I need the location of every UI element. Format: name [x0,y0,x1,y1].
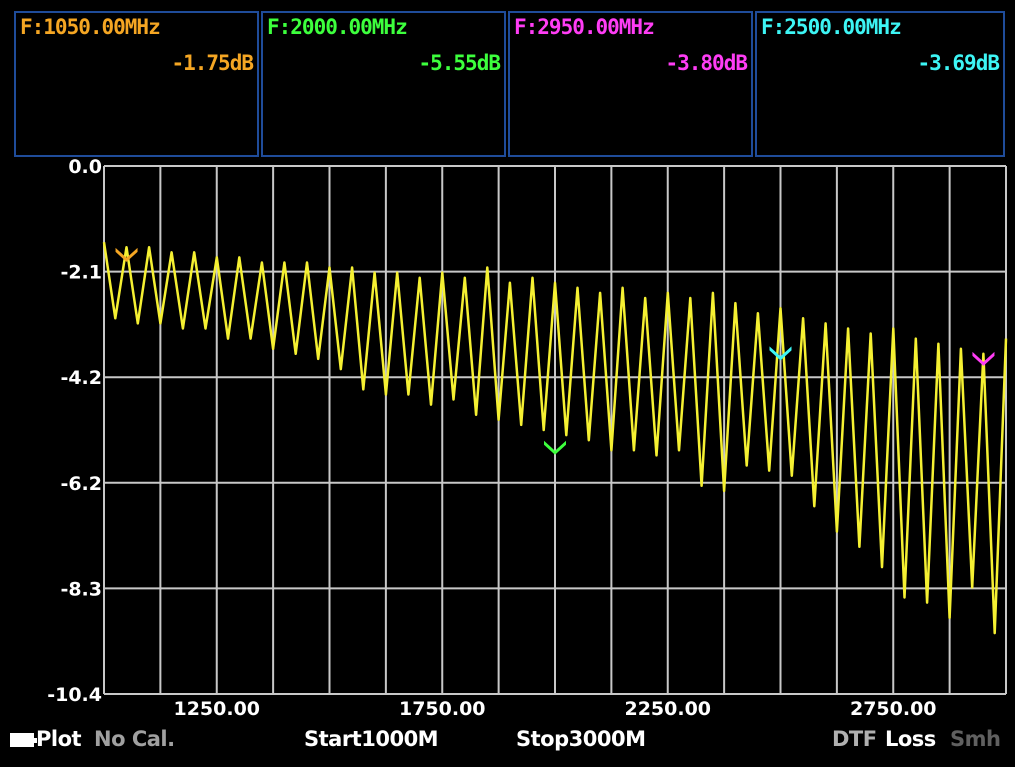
x-tick-label: 2750.00 [850,698,937,720]
vna-screen: F:1050.00MHz -1.75dB F:2000.00MHz -5.55d… [0,0,1015,767]
y-tick-label: 0.0 [68,156,102,178]
plot-button[interactable]: Plot [36,727,82,751]
x-tick-label: 2250.00 [624,698,711,720]
stop-frequency[interactable]: Stop3000M [516,727,646,751]
x-tick-label: 1750.00 [399,698,486,720]
loss-plot[interactable]: 0.0 -2.1 -4.2 -6.2 -8.3 -10.4 1250.00 1750.00 2… [0,0,1015,767]
y-tick-label: -2.1 [60,262,102,284]
loss-mode-button[interactable]: Loss [885,727,936,751]
x-tick-label: 1250.00 [173,698,260,720]
x-axis-ticks: 1250.00 1750.00 2250.00 2750.00 [173,698,936,720]
battery-icon [10,733,37,747]
y-tick-label: -4.2 [60,367,102,389]
calibration-status: No Cal. [94,727,175,751]
smith-mode-button[interactable]: Smh [950,727,1001,751]
y-axis-ticks: 0.0 -2.1 -4.2 -6.2 -8.3 -10.4 [47,156,102,706]
y-tick-label: -6.2 [60,473,102,495]
y-tick-label: -8.3 [60,578,102,600]
plot-grid [103,165,1007,695]
y-tick-label: -10.4 [47,684,102,706]
start-frequency[interactable]: Start1000M [304,727,439,751]
dtf-mode-button[interactable]: DTF [832,727,877,751]
